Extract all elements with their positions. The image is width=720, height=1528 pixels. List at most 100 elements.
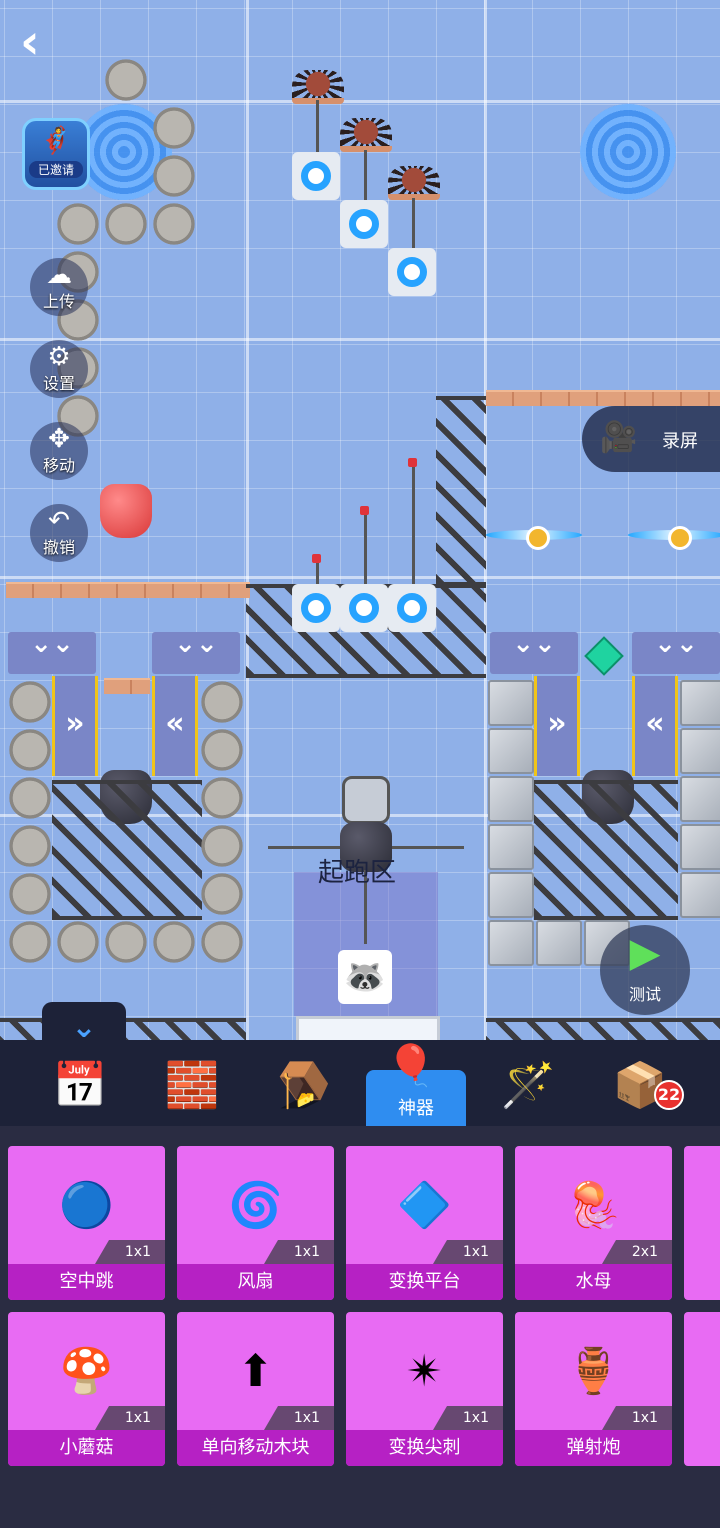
robot-head[interactable]: [342, 776, 390, 824]
saw-blade[interactable]: [196, 916, 248, 968]
steel-girder[interactable]: [534, 780, 678, 920]
grid-divider: [0, 100, 720, 103]
conveyor-right[interactable]: »: [534, 676, 580, 776]
item-name: 空中跳: [8, 1264, 165, 1300]
drop-chute[interactable]: [490, 632, 578, 674]
saw-blade[interactable]: [4, 916, 56, 968]
player-avatar[interactable]: 🦝: [338, 950, 392, 1004]
metal-block[interactable]: [680, 728, 720, 774]
saw-blade[interactable]: [196, 868, 248, 920]
item-card-air-jump[interactable]: 🔵 1x1 空中跳: [8, 1146, 165, 1300]
level-editor-canvas[interactable]: » « » « 🦝: [0, 0, 720, 1060]
item-card-jellyfish[interactable]: 🪼 2x1 水母: [515, 1146, 672, 1300]
jump-ring[interactable]: [292, 152, 340, 200]
record-screen-button[interactable]: 🎥 录屏: [582, 406, 720, 472]
saw-blade[interactable]: [148, 150, 200, 202]
tab-calendar-star[interactable]: 📅: [30, 1058, 130, 1126]
jump-ring[interactable]: [340, 584, 388, 632]
upload-button[interactable]: ☁ 上传: [30, 258, 88, 316]
tab-artifact[interactable]: 🎈 神器: [366, 1044, 466, 1126]
item-card-switch-spike[interactable]: ✴ 1x1 变换尖刺: [346, 1312, 503, 1466]
metal-block[interactable]: [488, 872, 534, 918]
red-cannon[interactable]: [100, 484, 152, 538]
saw-blade[interactable]: [4, 676, 56, 728]
thorn-bush[interactable]: [340, 118, 392, 152]
settings-button[interactable]: ⚙ 设置: [30, 340, 88, 398]
saw-blade[interactable]: [52, 198, 104, 250]
item-card-launcher[interactable]: 🏺 1x1 弹射炮: [515, 1312, 672, 1466]
pole: [364, 150, 367, 202]
metal-block[interactable]: [680, 776, 720, 822]
conveyor-left[interactable]: «: [632, 676, 678, 776]
saw-blade[interactable]: [4, 772, 56, 824]
metal-block[interactable]: [488, 728, 534, 774]
portal-spiral[interactable]: [580, 104, 676, 200]
item-card-partial[interactable]: [684, 1312, 720, 1466]
item-card-fan[interactable]: 🌀 1x1 风扇: [177, 1146, 334, 1300]
saw-blade[interactable]: [100, 54, 152, 106]
saw-blade[interactable]: [148, 198, 200, 250]
cannon-icon: 🏺: [566, 1346, 621, 1397]
metal-block[interactable]: [536, 920, 582, 966]
ladder[interactable]: [436, 396, 486, 586]
item-card-switch-platform[interactable]: 🔷 1x1 变换平台: [346, 1146, 503, 1300]
grid-divider: [0, 338, 720, 341]
jump-ring[interactable]: [388, 248, 436, 296]
metal-block[interactable]: [680, 824, 720, 870]
tab-gift-box[interactable]: 📦 22: [590, 1058, 690, 1126]
jump-ring[interactable]: [388, 584, 436, 632]
metal-block[interactable]: [680, 680, 720, 726]
tab-magic-wand[interactable]: 🪄: [478, 1058, 578, 1126]
pole: [412, 464, 415, 586]
saw-blade[interactable]: [52, 916, 104, 968]
brick-platform[interactable]: [486, 390, 720, 406]
metal-block[interactable]: [488, 680, 534, 726]
undo-button[interactable]: ↶ 撤销: [30, 504, 88, 562]
move-button[interactable]: ✥ 移动: [30, 422, 88, 480]
saw-blade[interactable]: [148, 102, 200, 154]
jump-ring[interactable]: [340, 200, 388, 248]
tab-eraser-block[interactable]: 🧱: [142, 1058, 242, 1126]
invite-badge[interactable]: 🦸 已邀请: [22, 118, 90, 190]
wing-item[interactable]: [628, 526, 720, 550]
metal-block[interactable]: [488, 920, 534, 966]
saw-blade[interactable]: [4, 868, 56, 920]
metal-block[interactable]: [488, 776, 534, 822]
metal-block[interactable]: [680, 872, 720, 918]
jump-ring[interactable]: [292, 584, 340, 632]
metal-block[interactable]: [488, 824, 534, 870]
pole: [412, 198, 415, 250]
back-button[interactable]: ‹: [20, 18, 70, 70]
saw-blade[interactable]: [148, 916, 200, 968]
thorn-bush[interactable]: [388, 166, 440, 200]
conveyor-right[interactable]: »: [52, 676, 98, 776]
saw-blade[interactable]: [196, 772, 248, 824]
brick-platform[interactable]: [6, 582, 250, 598]
gem-icon[interactable]: [584, 636, 624, 676]
drop-chute[interactable]: [152, 632, 240, 674]
saw-blade[interactable]: [4, 724, 56, 776]
thorn-bush[interactable]: [292, 70, 344, 104]
item-card-partial[interactable]: [684, 1146, 720, 1300]
jellyfish-icon: 🪼: [566, 1180, 621, 1231]
steel-girder[interactable]: [52, 780, 202, 920]
undo-label: 撤销: [42, 538, 75, 557]
tab-artifact-label: 神器: [398, 1098, 434, 1119]
saw-blade[interactable]: [4, 820, 56, 872]
item-card-small-mushroom[interactable]: 🍄 1x1 小蘑菇: [8, 1312, 165, 1466]
saw-blade[interactable]: [196, 820, 248, 872]
saw-blade[interactable]: [196, 676, 248, 728]
drop-chute[interactable]: [632, 632, 720, 674]
start-zone-label: 起跑区: [318, 858, 397, 888]
pole-tip: [360, 506, 369, 515]
test-play-button[interactable]: ▶ 测试: [600, 925, 690, 1015]
conveyor-left[interactable]: «: [152, 676, 198, 776]
item-card-one-way-block[interactable]: ⬆ 1x1 单向移动木块: [177, 1312, 334, 1466]
saw-blade[interactable]: [100, 198, 152, 250]
brick-platform[interactable]: [104, 678, 150, 694]
drop-chute[interactable]: [8, 632, 96, 674]
saw-blade[interactable]: [100, 916, 152, 968]
saw-blade[interactable]: [196, 724, 248, 776]
wing-item[interactable]: [486, 526, 582, 550]
tab-trap[interactable]: 🪤: [254, 1058, 354, 1126]
